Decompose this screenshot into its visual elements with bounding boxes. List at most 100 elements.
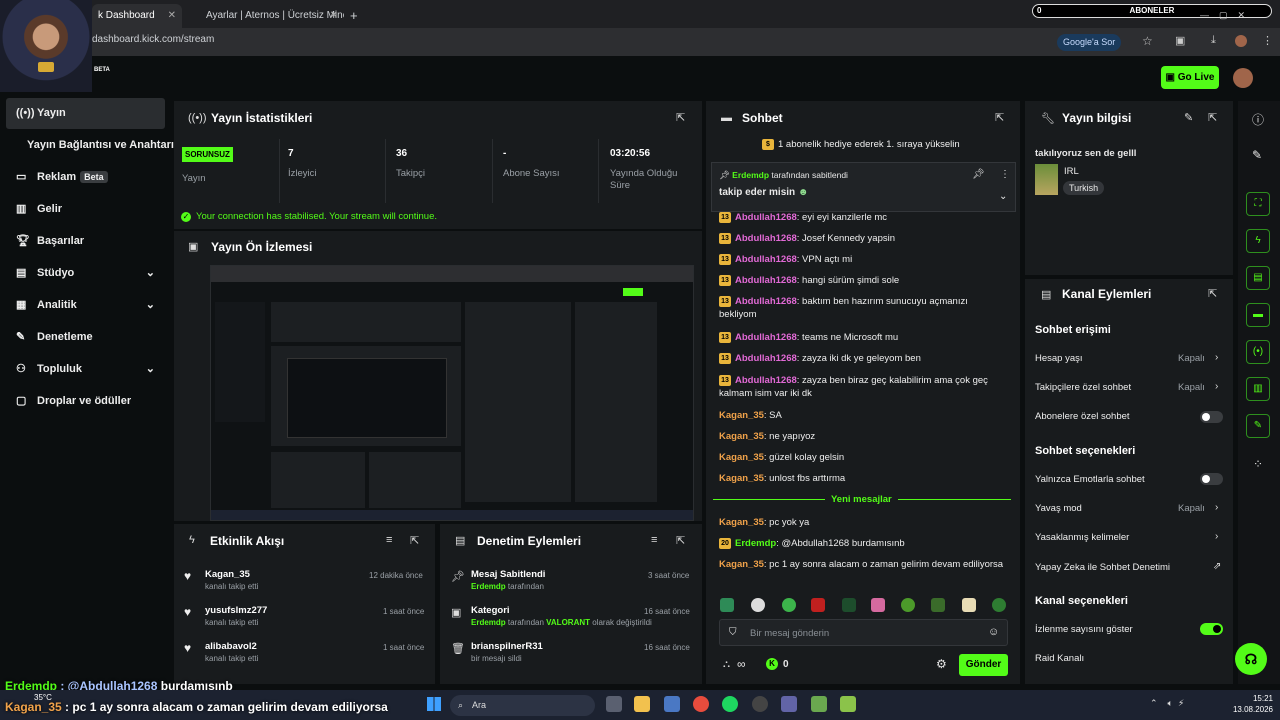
- help-button[interactable]: ☊: [1235, 643, 1267, 675]
- document-icon[interactable]: ▤: [1246, 266, 1270, 290]
- emote-1[interactable]: [720, 598, 734, 612]
- tray-icons[interactable]: ⌃ 🔈︎ ⚡︎: [1150, 698, 1184, 709]
- emote-9[interactable]: [962, 598, 976, 612]
- download-icon[interactable]: ⤓: [1211, 34, 1216, 47]
- windows-start-icon[interactable]: [427, 697, 441, 711]
- emote-10[interactable]: [992, 598, 1006, 612]
- sidebar-item-yayin[interactable]: ((•)) Yayın: [6, 98, 165, 129]
- emoji-icon[interactable]: ☺: [988, 626, 999, 638]
- tab-aternos[interactable]: Ayarlar | Aternos | Ücretsiz Mine ✕: [186, 4, 344, 28]
- kick-coin-icon[interactable]: K: [766, 658, 778, 670]
- broadcast-icon[interactable]: (•): [1246, 340, 1270, 364]
- new-tab-button[interactable]: +: [344, 4, 364, 28]
- edit-icon[interactable]: ✎: [1252, 148, 1262, 162]
- popout-icon[interactable]: ⇱: [676, 534, 685, 547]
- send-button[interactable]: Gönder: [959, 654, 1008, 676]
- sidebar-item-denetleme[interactable]: ✎ Denetleme: [6, 322, 165, 353]
- chat-username[interactable]: Kagan_35: [719, 559, 764, 570]
- settings-gear-icon[interactable]: ⚙: [936, 657, 947, 671]
- star-icon[interactable]: ☆: [1142, 34, 1153, 48]
- profile-avatar[interactable]: [1235, 35, 1247, 47]
- emote-3[interactable]: [782, 598, 796, 612]
- chat-username[interactable]: Abdullah1268: [735, 212, 797, 223]
- window-controls[interactable]: — ▢ ✕: [1200, 10, 1245, 21]
- chat-username[interactable]: Kagan_35: [719, 473, 764, 484]
- tag-pill[interactable]: Turkish: [1063, 181, 1105, 195]
- emote-2[interactable]: [751, 598, 765, 612]
- chat-username[interactable]: Abdullah1268: [735, 375, 797, 386]
- edit-icon[interactable]: ✎: [1184, 111, 1193, 124]
- taskbar-search[interactable]: ⌕ Ara: [450, 695, 595, 716]
- close-icon[interactable]: ✕: [168, 4, 176, 28]
- chat-username[interactable]: Erdemdp: [735, 538, 776, 549]
- chat-username[interactable]: Kagan_35: [719, 452, 764, 463]
- chat-username[interactable]: Abdullah1268: [735, 332, 797, 343]
- chat-username[interactable]: Kagan_35: [719, 431, 764, 442]
- store-icon[interactable]: [664, 696, 680, 712]
- chrome-icon[interactable]: [693, 696, 709, 712]
- google-sor-button[interactable]: Google'a Sor: [1057, 34, 1122, 51]
- chat-username[interactable]: Abdullah1268: [735, 275, 797, 286]
- emote-8[interactable]: [931, 598, 945, 612]
- minecraft-icon[interactable]: [811, 696, 827, 712]
- chat-username[interactable]: Kagan_35: [719, 410, 764, 421]
- stream-preview[interactable]: [210, 265, 694, 521]
- sidebar-item-stream-key[interactable]: Yayın Bağlantısı ve Anahtarı: [6, 130, 176, 161]
- channel-icon[interactable]: ▥: [1246, 377, 1270, 401]
- popout-icon[interactable]: ⇱: [410, 534, 419, 547]
- more-icon[interactable]: ⋮: [1000, 169, 1010, 180]
- tab-dashboard[interactable]: k Dashboard ✕: [92, 4, 182, 28]
- sidebar-item-reklam[interactable]: ▭ Reklam Beta: [6, 162, 165, 193]
- obs-icon[interactable]: [752, 696, 768, 712]
- subscribers-only-toggle[interactable]: [1200, 411, 1223, 423]
- chevron-down-icon[interactable]: ⌄: [999, 191, 1007, 202]
- chat-username[interactable]: Abdullah1268: [735, 296, 797, 307]
- emote-7[interactable]: [901, 598, 915, 612]
- popout-icon[interactable]: ⇱: [1208, 111, 1217, 124]
- url-field[interactable]: dashboard.kick.com/stream: [92, 34, 214, 45]
- sidebar-item-gelir[interactable]: ▥ Gelir: [6, 194, 165, 225]
- clip-icon[interactable]: ⛶: [1246, 192, 1270, 216]
- filter-icon[interactable]: ≡: [651, 534, 657, 546]
- emote-4[interactable]: [811, 598, 825, 612]
- task-view-icon[interactable]: [606, 696, 622, 712]
- close-icon[interactable]: ✕: [330, 4, 338, 28]
- go-live-button[interactable]: ▣ Go Live: [1161, 66, 1219, 89]
- show-viewers-toggle[interactable]: [1200, 623, 1223, 635]
- info-icon[interactable]: ⓘ: [1252, 111, 1264, 128]
- points-icon[interactable]: ⛬: [723, 659, 730, 670]
- gift-banner[interactable]: $1 abonelik hediye ederek 1. sıraya yüks…: [762, 139, 960, 150]
- chat-username[interactable]: Kagan_35: [719, 517, 764, 528]
- file-explorer-icon[interactable]: [634, 696, 650, 712]
- emote-only-toggle[interactable]: [1200, 473, 1223, 485]
- user-avatar[interactable]: [1233, 68, 1253, 88]
- sidebar-item-analitik[interactable]: ▦ Analitik ⌄: [6, 290, 165, 321]
- chat-username[interactable]: Abdullah1268: [735, 233, 797, 244]
- extensions-icon[interactable]: ▣: [1175, 34, 1185, 47]
- lightning-icon[interactable]: ϟ: [1246, 229, 1270, 253]
- sidebar-item-basarilar[interactable]: 🏆︎ Başarılar: [6, 226, 165, 257]
- popout-icon[interactable]: ⇱: [676, 111, 685, 124]
- sidebar-item-topluluk[interactable]: ⚇ Topluluk ⌄: [6, 354, 165, 385]
- emote-5[interactable]: [842, 598, 856, 612]
- teams-icon[interactable]: [781, 696, 797, 712]
- chat-username[interactable]: Abdullah1268: [735, 254, 797, 265]
- sidebar-item-droplar[interactable]: ▢ Droplar ve ödüller: [6, 386, 165, 417]
- popout-icon[interactable]: ⇱: [995, 111, 1004, 124]
- minecraft-launcher-icon[interactable]: [840, 696, 856, 712]
- emote-6[interactable]: [871, 598, 885, 612]
- chat-input[interactable]: ⛉ Bir mesaj gönderin ☺: [719, 619, 1008, 646]
- channel-icon: ▤: [1041, 289, 1052, 301]
- menu-icon[interactable]: ⋮: [1262, 34, 1273, 47]
- wrench-icon[interactable]: ✎: [1246, 414, 1270, 438]
- spotify-icon[interactable]: [722, 696, 738, 712]
- sidebar-item-studyo[interactable]: ▤ Stüdyo ⌄: [6, 258, 165, 289]
- analytics-icon: ▦: [16, 299, 27, 311]
- filter-icon[interactable]: ≡: [386, 534, 392, 546]
- add-widget-icon[interactable]: ⁘: [1253, 457, 1263, 471]
- chat-username[interactable]: Abdullah1268: [735, 353, 797, 364]
- popout-icon[interactable]: ⇱: [1208, 287, 1217, 300]
- taskbar-clock[interactable]: 15:21 13.08.2026: [1229, 693, 1273, 715]
- chat-icon[interactable]: ▬: [1246, 303, 1270, 327]
- unpin-icon[interactable]: 📌︎: [972, 169, 985, 180]
